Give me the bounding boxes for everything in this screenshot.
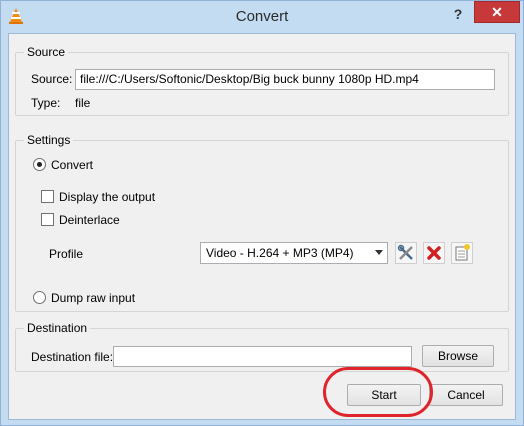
- source-path-field[interactable]: file:///C:/Users/Softonic/Desktop/Big bu…: [75, 69, 495, 90]
- cancel-button[interactable]: Cancel: [429, 384, 503, 406]
- new-document-icon: [455, 244, 470, 261]
- profile-select[interactable]: Video - H.264 + MP3 (MP4): [200, 242, 388, 264]
- source-label: Source:: [31, 72, 73, 86]
- close-button[interactable]: ✕: [474, 1, 520, 23]
- display-output-label[interactable]: Display the output: [59, 190, 155, 204]
- dump-raw-radio[interactable]: [33, 291, 46, 304]
- convert-dialog: Convert ? ✕ Source Source: file:///C:/Us…: [0, 0, 524, 426]
- wrench-screwdriver-icon: [397, 244, 413, 260]
- dialog-body: Source Source: file:///C:/Users/Softonic…: [8, 33, 516, 420]
- convert-radio[interactable]: [33, 158, 46, 171]
- convert-label[interactable]: Convert: [51, 158, 93, 172]
- type-value: file: [75, 96, 91, 110]
- source-group-title: Source: [24, 45, 69, 59]
- profile-label: Profile: [49, 247, 84, 261]
- deinterlace-checkbox[interactable]: [41, 213, 54, 226]
- profile-select-value: Video - H.264 + MP3 (MP4): [206, 246, 354, 260]
- chevron-down-icon: [375, 250, 383, 255]
- title-bar[interactable]: Convert ? ✕: [1, 1, 523, 33]
- edit-profile-button[interactable]: [395, 242, 417, 264]
- destination-file-label: Destination file:: [31, 350, 114, 364]
- settings-group-title: Settings: [24, 133, 74, 147]
- delete-x-icon: [427, 246, 441, 260]
- dump-raw-label[interactable]: Dump raw input: [51, 291, 135, 305]
- destination-group-title: Destination: [24, 321, 91, 335]
- help-button[interactable]: ?: [445, 4, 471, 24]
- display-output-checkbox[interactable]: [41, 190, 54, 203]
- delete-profile-button[interactable]: [423, 242, 445, 264]
- new-profile-button[interactable]: [451, 242, 473, 264]
- deinterlace-label[interactable]: Deinterlace: [59, 213, 120, 227]
- browse-button[interactable]: Browse: [422, 345, 494, 367]
- type-label: Type:: [31, 96, 61, 110]
- start-highlight-ring: [323, 367, 433, 417]
- destination-file-field[interactable]: [113, 346, 412, 367]
